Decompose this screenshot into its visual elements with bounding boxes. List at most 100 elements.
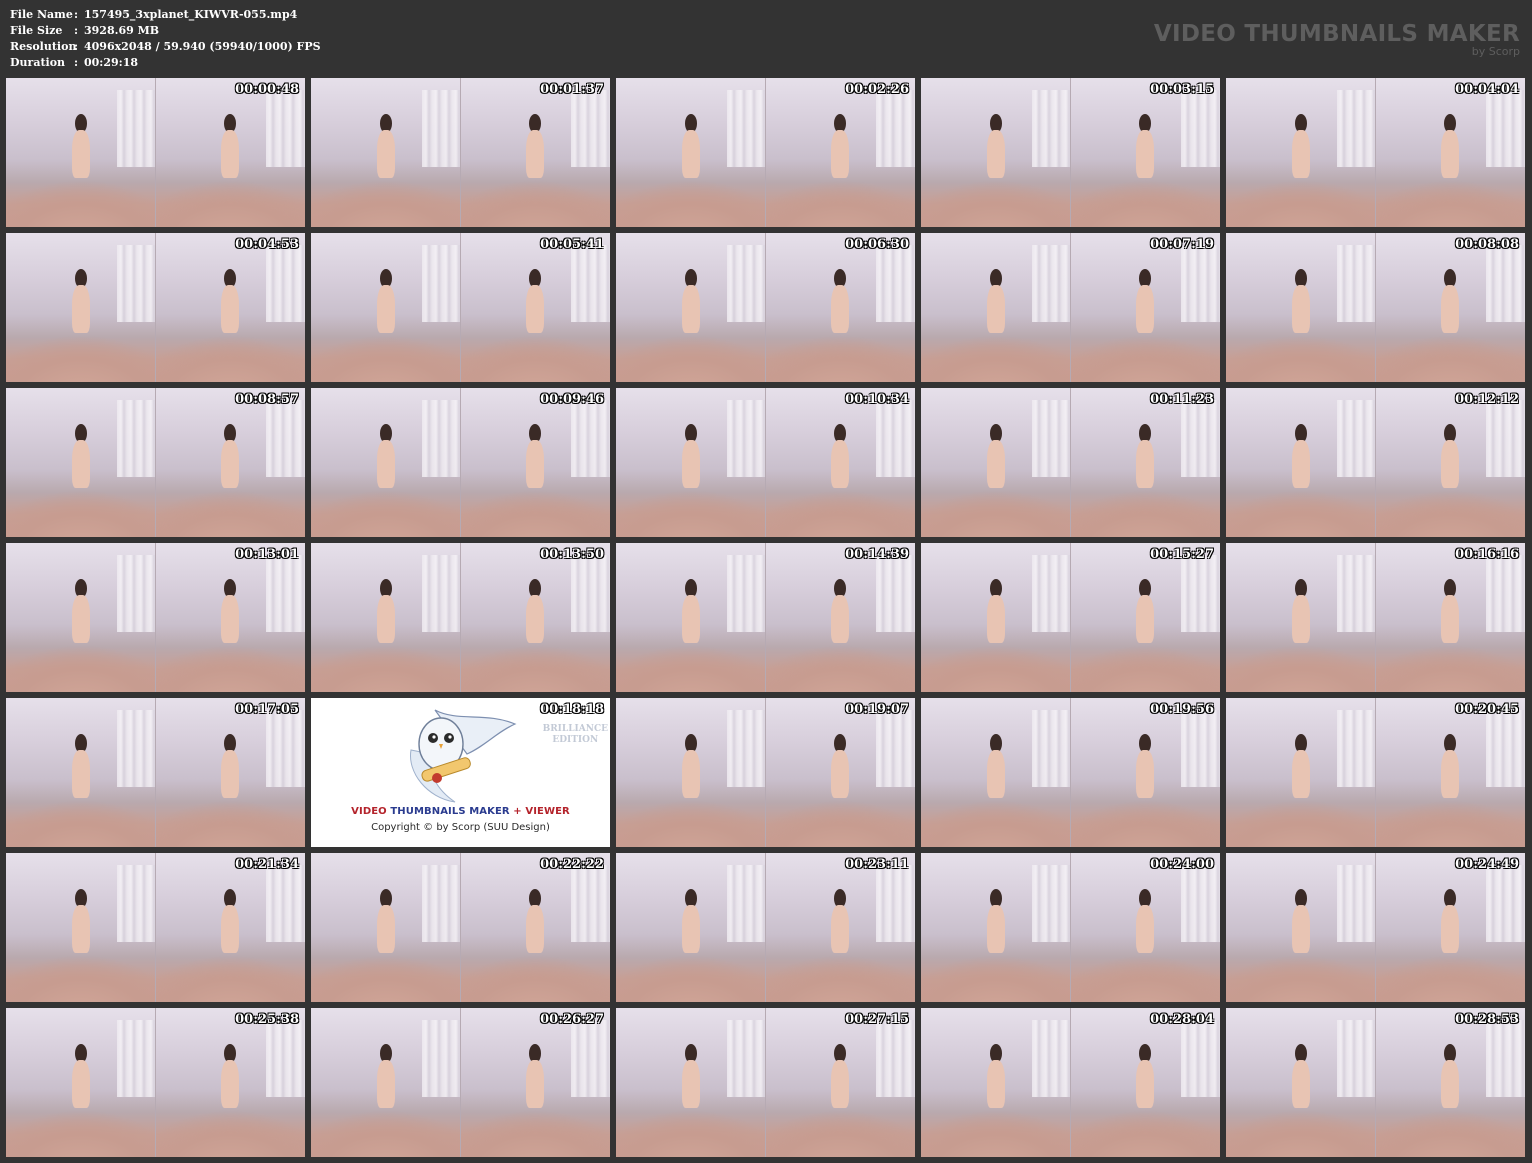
video-thumbnail[interactable]: 00:13:50 (311, 543, 610, 692)
timestamp-label: 00:15:27 (1150, 547, 1214, 562)
figure-shape (1438, 268, 1462, 338)
video-thumbnail[interactable]: 00:13:01 (6, 543, 305, 692)
curtain-shape (116, 554, 156, 633)
curtain-shape (876, 244, 915, 323)
figure-shape (828, 1043, 852, 1113)
left-eye-frame (921, 853, 1071, 1002)
curtain-shape (116, 244, 156, 323)
curtain-shape (876, 554, 915, 633)
edition-line-2: EDITION (552, 735, 599, 745)
curtain-shape (1336, 399, 1376, 478)
left-eye-frame (311, 233, 461, 382)
video-thumbnail[interactable]: 00:26:27 (311, 1008, 610, 1157)
timestamp-label: 00:13:50 (540, 547, 604, 562)
video-thumbnail[interactable]: 00:11:23 (921, 388, 1220, 537)
resolution-row: Resolution : 4096x2048 / 59.940 (59940/1… (10, 39, 321, 55)
figure-shape (1438, 1043, 1462, 1113)
curtain-shape (421, 864, 461, 943)
video-thumbnail[interactable]: 00:03:15 (921, 78, 1220, 227)
figure-shape (1133, 423, 1157, 493)
video-thumbnail[interactable]: 00:14:39 (616, 543, 915, 692)
video-thumbnail[interactable]: 00:28:04 (921, 1008, 1220, 1157)
left-eye-frame (311, 853, 461, 1002)
figure-shape (218, 113, 242, 183)
video-thumbnail[interactable]: 00:19:56 (921, 698, 1220, 847)
curtain-shape (116, 864, 156, 943)
video-thumbnail[interactable]: 00:28:53 (1226, 1008, 1525, 1157)
timestamp-label: 00:13:01 (235, 547, 299, 562)
figure-shape (218, 578, 242, 648)
video-thumbnail[interactable]: 00:05:41 (311, 233, 610, 382)
figure-shape (984, 733, 1008, 803)
left-eye-frame (921, 388, 1071, 537)
curtain-shape (571, 89, 610, 168)
video-thumbnail[interactable]: 00:22:22 (311, 853, 610, 1002)
curtain-shape (1336, 244, 1376, 323)
curtain-shape (1181, 709, 1220, 788)
video-thumbnail[interactable]: 00:04:04 (1226, 78, 1525, 227)
curtain-shape (116, 89, 156, 168)
curtain-shape (1486, 554, 1525, 633)
video-thumbnail[interactable]: 00:20:45 (1226, 698, 1525, 847)
figure-shape (374, 1043, 398, 1113)
right-eye-frame (1069, 853, 1220, 1002)
video-thumbnail[interactable]: 00:01:37 (311, 78, 610, 227)
left-eye-frame (1226, 78, 1376, 227)
video-thumbnail[interactable]: 00:10:34 (616, 388, 915, 537)
curtain-shape (876, 399, 915, 478)
right-eye-frame (1069, 388, 1220, 537)
curtain-shape (571, 399, 610, 478)
figure-shape (828, 268, 852, 338)
curtain-shape (1181, 244, 1220, 323)
left-eye-frame (921, 543, 1071, 692)
video-thumbnail[interactable]: 00:08:08 (1226, 233, 1525, 382)
curtain-shape (1031, 1019, 1071, 1098)
left-eye-frame (6, 698, 156, 847)
right-eye-frame (1069, 698, 1220, 847)
figure-shape (984, 1043, 1008, 1113)
figure-shape (374, 113, 398, 183)
video-thumbnail[interactable]: 00:17:05 (6, 698, 305, 847)
video-thumbnail[interactable]: 00:06:30 (616, 233, 915, 382)
figure-shape (984, 113, 1008, 183)
video-thumbnail[interactable]: 00:24:00 (921, 853, 1220, 1002)
curtain-shape (1336, 1019, 1376, 1098)
curtain-shape (876, 709, 915, 788)
video-thumbnail[interactable]: 00:16:16 (1226, 543, 1525, 692)
figure-shape (523, 113, 547, 183)
video-thumbnail[interactable]: 00:02:26 (616, 78, 915, 227)
curtain-shape (116, 709, 156, 788)
file-size-value: 3928.69 MB (84, 24, 160, 37)
timestamp-label: 00:22:22 (540, 857, 604, 872)
video-thumbnail[interactable]: 00:04:53 (6, 233, 305, 382)
left-eye-frame (311, 78, 461, 227)
figure-shape (679, 1043, 703, 1113)
video-thumbnail[interactable]: 00:08:57 (6, 388, 305, 537)
figure-shape (218, 1043, 242, 1113)
figure-shape (374, 578, 398, 648)
curtain-shape (1486, 709, 1525, 788)
video-thumbnail[interactable]: 00:07:19 (921, 233, 1220, 382)
timestamp-label: 00:12:12 (1455, 392, 1519, 407)
file-size-label: File Size (10, 24, 63, 37)
left-eye-frame (921, 233, 1071, 382)
curtain-shape (421, 554, 461, 633)
figure-shape (679, 268, 703, 338)
video-thumbnail[interactable]: 00:15:27 (921, 543, 1220, 692)
video-thumbnail[interactable]: 00:25:38 (6, 1008, 305, 1157)
figure-shape (984, 423, 1008, 493)
figure-shape (374, 888, 398, 958)
video-thumbnail[interactable]: 00:21:34 (6, 853, 305, 1002)
video-thumbnail[interactable]: 00:24:49 (1226, 853, 1525, 1002)
file-name-row: File Name : 157495_3xplanet_KIWVR-055.mp… (10, 7, 321, 23)
timestamp-label: 00:02:26 (845, 82, 909, 97)
video-thumbnail[interactable]: 00:23:11 (616, 853, 915, 1002)
timestamp-label: 00:18:18 (540, 702, 604, 717)
video-thumbnail[interactable]: 00:12:12 (1226, 388, 1525, 537)
curtain-shape (726, 89, 766, 168)
video-thumbnail[interactable]: 00:27:15 (616, 1008, 915, 1157)
video-thumbnail[interactable]: 00:19:07 (616, 698, 915, 847)
video-thumbnail[interactable]: 00:00:48 (6, 78, 305, 227)
video-thumbnail[interactable]: 00:09:46 (311, 388, 610, 537)
curtain-shape (1031, 89, 1071, 168)
